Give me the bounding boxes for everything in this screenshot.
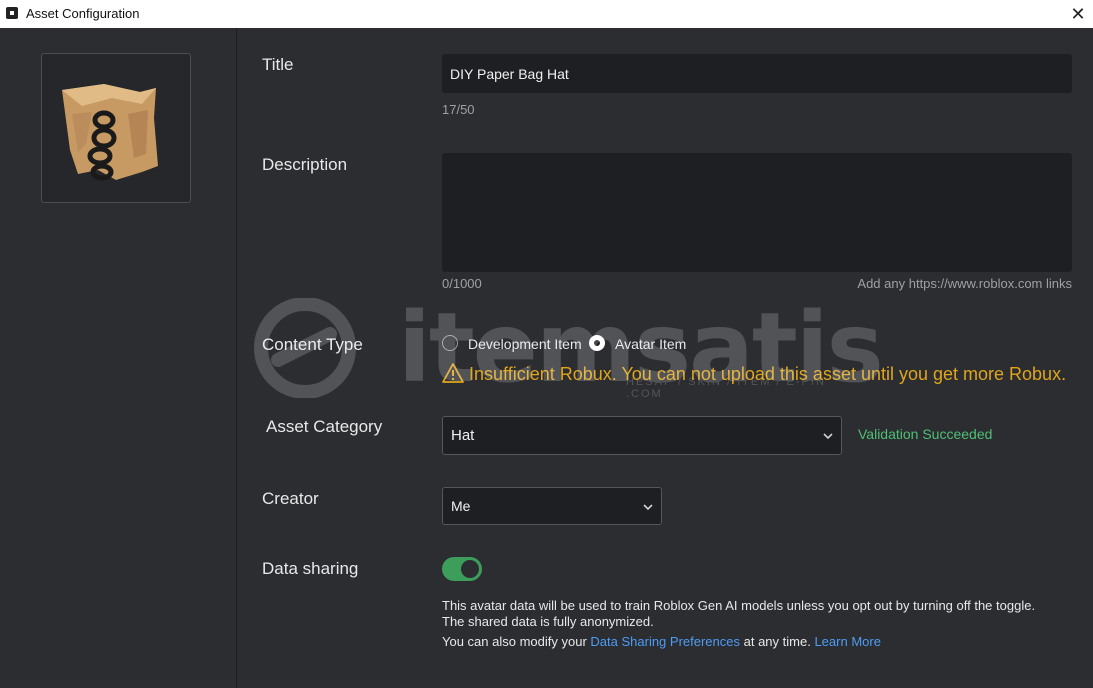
data-sharing-preferences-link[interactable]: Data Sharing Preferences (590, 634, 740, 649)
asset-category-value: Hat (451, 427, 475, 444)
creator-value: Me (451, 498, 471, 514)
title-input[interactable]: DIY Paper Bag Hat (442, 54, 1072, 93)
description-label: Description (262, 155, 348, 174)
data-sharing-label: Data sharing (262, 559, 359, 578)
chevron-down-icon (643, 504, 653, 511)
asset-category-select[interactable]: Hat (442, 416, 842, 455)
validation-status: Validation Succeeded (858, 426, 993, 442)
warning-icon (442, 363, 464, 383)
close-icon[interactable]: ✕ (1063, 0, 1093, 28)
data-sharing-info-3: You can also modify your Data Sharing Pr… (442, 634, 881, 649)
warning-text: Insufficient Robux. You can not upload t… (469, 364, 1067, 384)
creator-label: Creator (262, 489, 319, 508)
asset-category-label: Asset Category (266, 417, 383, 436)
content-type-label: Content Type (262, 335, 363, 354)
title-char-count: 17/50 (442, 102, 475, 117)
description-char-count: 0/1000 (442, 276, 482, 291)
data-sharing-info-1: This avatar data will be used to train R… (442, 598, 1036, 613)
creator-select[interactable]: Me (442, 487, 662, 525)
config-form: Title DIY Paper Bag Hat 17/50 Descriptio… (237, 28, 1093, 688)
radio-avatar-item[interactable] (589, 335, 605, 351)
avatar-item-label[interactable]: Avatar Item (615, 336, 686, 352)
window-title: Asset Configuration (26, 6, 140, 21)
chevron-down-icon (823, 433, 833, 440)
data-sharing-toggle[interactable] (442, 557, 482, 581)
preview-panel (0, 28, 237, 688)
data-sharing-info-prefix: You can also modify your (442, 634, 587, 649)
data-sharing-info-2: The shared data is fully anonymized. (442, 614, 654, 629)
radio-development-item[interactable] (442, 335, 458, 351)
description-input[interactable] (442, 153, 1072, 272)
title-input-value: DIY Paper Bag Hat (450, 66, 569, 82)
asset-thumbnail (41, 53, 191, 203)
description-hint: Add any https://www.roblox.com links (857, 276, 1072, 291)
development-item-label[interactable]: Development Item (468, 336, 582, 352)
title-bar: Asset Configuration ✕ (0, 0, 1093, 28)
title-label: Title (262, 55, 294, 74)
paper-bag-hat-image (62, 84, 158, 181)
toggle-knob (461, 560, 479, 578)
learn-more-link[interactable]: Learn More (814, 634, 880, 649)
insufficient-robux-warning: Insufficient Robux. You can not upload t… (442, 363, 1093, 385)
data-sharing-info-suffix: at any time. (743, 634, 811, 649)
roblox-studio-icon (6, 7, 18, 19)
